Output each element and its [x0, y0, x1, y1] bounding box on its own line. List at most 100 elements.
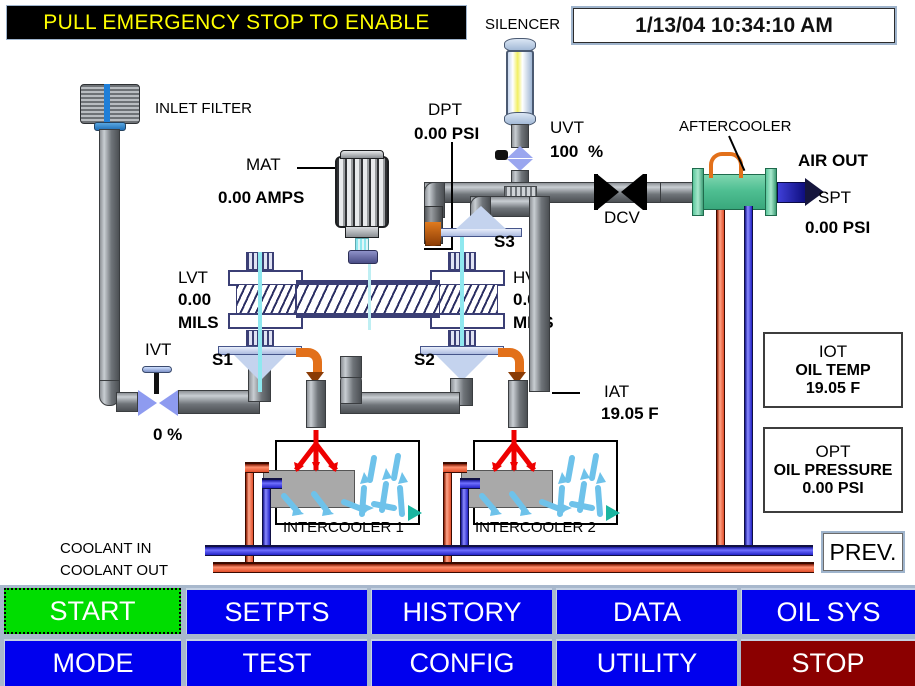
stop-button[interactable]: STOP [741, 639, 915, 686]
ic2-coolant-out-branch [443, 462, 467, 473]
silencer-label: SILENCER [485, 16, 561, 33]
uvt-valve-actuator [495, 150, 508, 160]
setpts-button[interactable]: SETPTS [186, 588, 367, 634]
uvt-valve-upper-cone [507, 146, 533, 158]
datetime-display: 1/13/04 10:34:10 AM [571, 6, 897, 45]
utility-button[interactable]: UTILITY [556, 639, 737, 686]
iot-panel: IOT OIL TEMP 19.05 F [763, 332, 903, 408]
start-button[interactable]: START [4, 588, 181, 634]
mat-leader-line [297, 167, 335, 169]
coolant-in-label: COOLANT IN [60, 540, 152, 557]
inlet-filter-label: INLET FILTER [155, 100, 252, 117]
intercooler-2-label: INTERCOOLER 2 [475, 519, 596, 536]
s1-label: S1 [212, 350, 233, 369]
iat-leader-line [552, 392, 580, 394]
s2-orange-discharge-elbow [498, 348, 524, 374]
s1-orange-discharge-elbow [296, 348, 322, 374]
dpt-label: DPT [428, 100, 462, 119]
dcv-right-triangle [621, 174, 643, 210]
intercooler-2-hot-air-icon [492, 430, 536, 472]
aftercooler-coolant-in-riser [744, 206, 753, 545]
spt-label: SPT [818, 188, 852, 207]
silencer-body [506, 50, 534, 118]
s3-orange-connector [425, 222, 441, 246]
motor-body [335, 156, 389, 228]
lvt-plate-bottom [228, 313, 303, 329]
inlet-pipe-horizontal-1 [116, 392, 138, 412]
lvt-rotor-block [236, 284, 296, 314]
s3-impeller-cone [456, 206, 506, 229]
motor-base [345, 226, 379, 238]
button-bar: START SETPTS HISTORY DATA OIL SYS MODE T… [0, 585, 915, 686]
dcv-label: DCV [604, 208, 640, 227]
hvt-rotor-block [438, 284, 498, 314]
hmi-screen: PULL EMERGENCY STOP TO ENABLE 1/13/04 10… [0, 0, 915, 686]
motor-top-cap [340, 150, 384, 159]
silencer-downpipe [511, 124, 529, 148]
test-button[interactable]: TEST [186, 639, 367, 686]
oil-sys-button[interactable]: OIL SYS [741, 588, 915, 634]
intercooler-1-bottom-flow-icon [281, 491, 397, 516]
coolant-out-header [213, 562, 814, 573]
aftercooler-body [703, 174, 767, 210]
opt-panel: OPT OIL PRESSURE 0.00 PSI [763, 427, 903, 513]
opt-title: OIL PRESSURE [773, 462, 893, 479]
uvt-label: UVT [550, 118, 584, 137]
coolant-out-label: COOLANT OUT [60, 562, 169, 579]
config-button[interactable]: CONFIG [371, 639, 552, 686]
ivt-label: IVT [145, 340, 172, 359]
air-out-pipe [777, 182, 807, 203]
dcv-right-seat [643, 174, 647, 210]
prev-button[interactable]: PREV. [821, 531, 905, 573]
uvt-value: 100 [550, 142, 579, 161]
s2-label: S2 [414, 350, 435, 369]
dcv-left-triangle [597, 174, 619, 210]
inlet-filter-body [80, 84, 140, 124]
discharge-header-pipe [424, 182, 694, 203]
mat-label: MAT [246, 155, 281, 174]
alarm-banner: PULL EMERGENCY STOP TO ENABLE [6, 5, 467, 40]
data-button[interactable]: DATA [556, 588, 737, 634]
ic1-coolant-in-branch [262, 478, 282, 489]
iot-value: 19.05 F [805, 380, 861, 397]
opt-value: 0.00 PSI [802, 480, 864, 497]
s3-crossover-right-riser [529, 196, 550, 392]
opt-tag: OPT [815, 442, 851, 461]
config-button-label: CONFIG [409, 648, 515, 678]
test-button-label: TEST [242, 648, 312, 678]
utility-button-label: UTILITY [596, 648, 698, 678]
history-button-label: HISTORY [402, 596, 522, 627]
mode-button-label: MODE [52, 648, 134, 678]
uvt-unit: % [588, 142, 604, 161]
aftercooler-inlet-pipe [660, 182, 696, 203]
aftercooler-right-flange [765, 168, 777, 216]
coolant-in-header [205, 545, 813, 556]
intercooler-1-label: INTERCOOLER 1 [283, 519, 404, 536]
ic2-coolant-in-branch [460, 478, 480, 489]
s1-discharge-downpipe [340, 356, 362, 378]
intercooler-2-outlet-arrow-icon [606, 505, 620, 521]
s3-label: S3 [494, 232, 515, 251]
s2-discharge-pipe-to-ic2 [508, 380, 528, 428]
s1-discharge-pipe-to-ic1 [306, 380, 326, 428]
intercooler-1-hot-air-icon [294, 430, 338, 472]
oil-sys-button-label: OIL SYS [776, 596, 881, 627]
setpts-button-label: SETPTS [224, 596, 330, 627]
air-out-label: AIR OUT [798, 151, 868, 170]
lvt-label: LVT [178, 268, 208, 287]
inlet-filter-blue-stripe [104, 84, 110, 124]
ic1-coolant-out-branch [245, 462, 269, 473]
iot-tag: IOT [818, 342, 848, 361]
stop-button-label: STOP [791, 648, 865, 678]
lvt-unit: MILS [178, 313, 219, 332]
ivt-valve-right-cone [159, 390, 178, 416]
hvt-plate-bottom [430, 313, 505, 329]
dpt-leader-horizontal [424, 248, 452, 250]
prev-button-label: PREV. [829, 538, 897, 565]
mode-button[interactable]: MODE [4, 639, 181, 686]
history-button[interactable]: HISTORY [371, 588, 552, 634]
lvt-value: 0.00 [178, 290, 212, 309]
ivt-valve-handwheel [142, 366, 172, 373]
data-button-label: DATA [612, 596, 681, 627]
intercooler-1-outlet-arrow-icon [408, 505, 422, 521]
